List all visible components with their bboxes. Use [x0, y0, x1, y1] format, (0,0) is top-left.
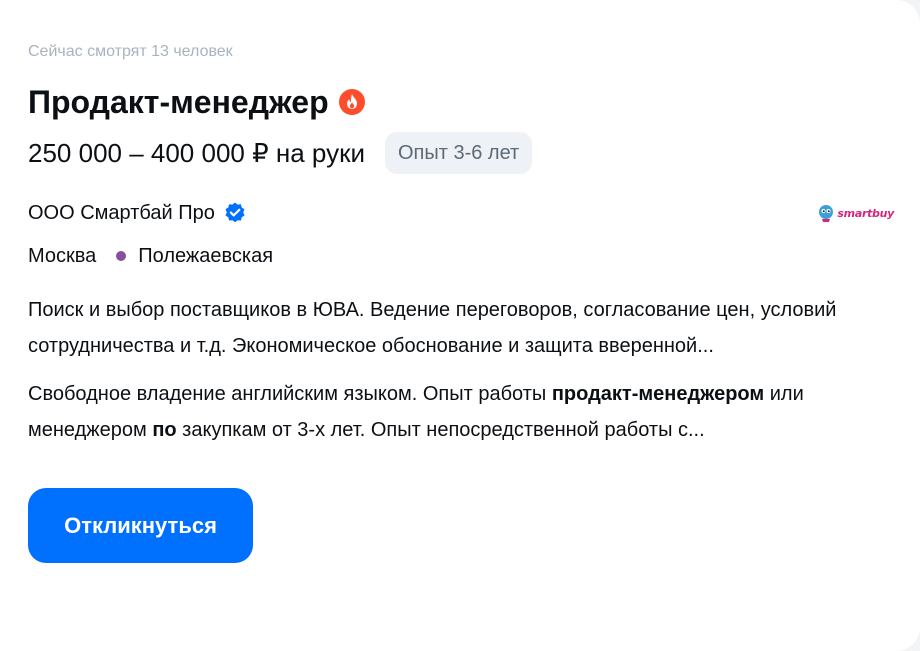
requirement-highlight: продакт-менеджером [551, 383, 765, 405]
city: Москва [28, 245, 97, 267]
experience-badge: Опыт 3-6 лет [384, 132, 533, 174]
company-name[interactable]: ООО Смартбай Про [28, 199, 215, 227]
location-row: Москва Полежаевская [28, 242, 920, 270]
title-row: Продакт-менеджер [28, 82, 920, 122]
vacancy-title[interactable]: Продакт-менеджер [28, 82, 329, 122]
requirement-text: закупкам от 3-х лет. Опыт непосредственн… [176, 419, 705, 441]
requirement-highlight: по [152, 419, 177, 441]
verified-check-icon [223, 201, 247, 225]
metro-station: Полежаевская [138, 245, 274, 267]
company-logo[interactable]: smartbuy [817, 198, 894, 228]
apply-button[interactable]: Откликнуться [28, 488, 253, 563]
salary: 250 000 – 400 000 ₽ на руки [28, 138, 365, 168]
vacancy-card: Сейчас смотрят 13 человек Продакт-менедж… [0, 0, 920, 651]
responsibility-snippet: Поиск и выбор поставщиков в ЮВА. Ведение… [28, 299, 837, 357]
viewers-count: Сейчас смотрят 13 человек [28, 43, 233, 60]
logo-wordmark: smartbuy [837, 206, 894, 220]
requirement-snippet: Свободное владение английским языком. Оп… [28, 376, 908, 448]
fire-icon [338, 89, 365, 115]
requirement-text: Свободное владение английским языком. Оп… [28, 383, 552, 405]
company-row: ООО Смартбай Про smartbuy [28, 198, 894, 228]
salary-row: 250 000 – 400 000 ₽ на руки Опыт 3-6 лет [28, 132, 920, 174]
logo-mascot-icon [819, 205, 834, 222]
metro-line-icon [116, 251, 127, 261]
